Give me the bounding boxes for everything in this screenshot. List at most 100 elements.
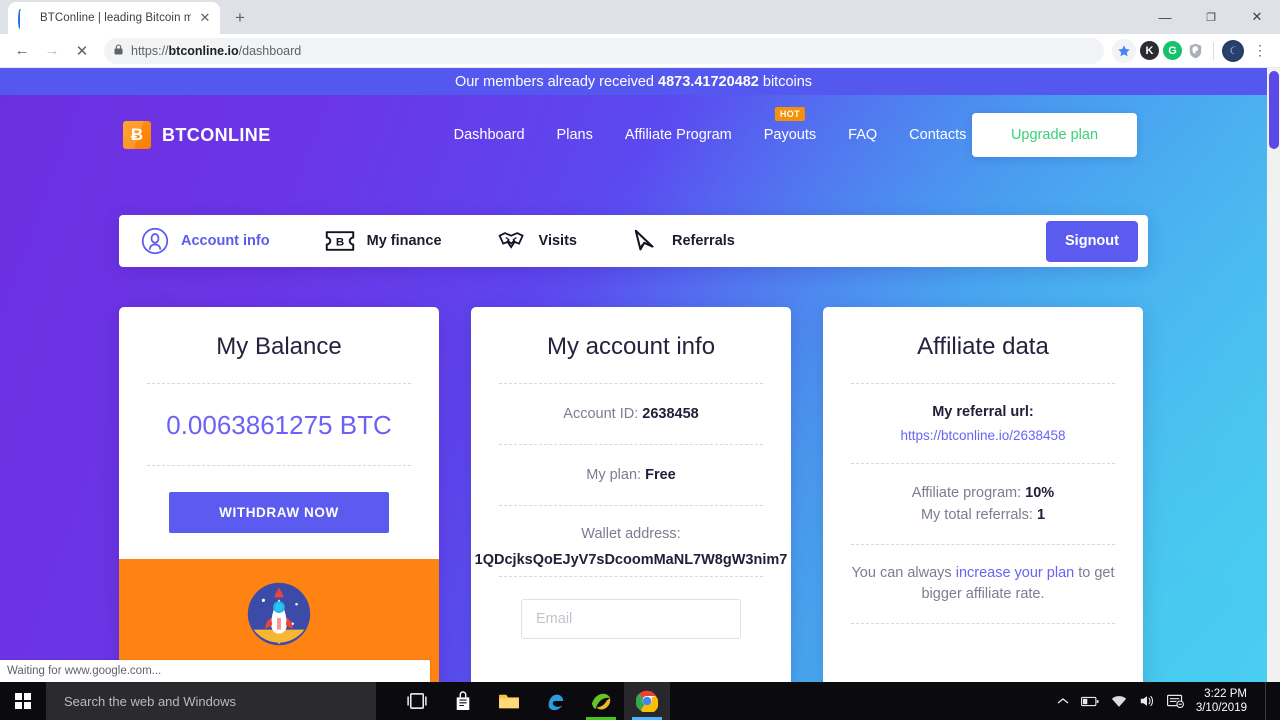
email-input[interactable] <box>521 599 741 639</box>
brand-name: BTCONLINE <box>162 125 271 146</box>
affiliate-data-card: Affiliate data My referral url: https://… <box>823 307 1143 682</box>
adguard-shield-icon[interactable] <box>1186 41 1205 60</box>
grammarly-extension-icon[interactable]: G <box>1163 41 1182 60</box>
nav-link-dashboard[interactable]: Dashboard <box>454 127 525 143</box>
page-scrollbar[interactable] <box>1267 68 1280 682</box>
referral-url-link[interactable]: https://btconline.io/2638458 <box>823 428 1143 443</box>
site-logo[interactable]: Ƀ BTCONLINE <box>123 121 271 149</box>
url-text: https://btconline.io/dashboard <box>131 44 301 58</box>
chrome-browser-icon[interactable] <box>624 682 670 720</box>
tray-chevron-icon[interactable] <box>1057 697 1069 705</box>
nav-link-plans[interactable]: Plans <box>557 127 593 143</box>
affiliate-stats: Affiliate program: 10% My total referral… <box>823 464 1143 544</box>
affiliate-program-label: Affiliate program: <box>912 485 1021 501</box>
windows-logo-icon <box>15 693 31 709</box>
svg-text:B: B <box>335 236 343 248</box>
new-tab-button[interactable]: + <box>226 4 254 32</box>
referral-url-block: My referral url: https://btconline.io/26… <box>823 384 1143 463</box>
browser-tab[interactable]: BTConline | leading Bitcoin minin ✕ <box>8 2 220 34</box>
kaspersky-extension-icon[interactable]: K <box>1140 41 1159 60</box>
cursor-arrow-icon <box>632 228 660 254</box>
account-card-title: My account info <box>471 307 791 383</box>
account-id-value: 2638458 <box>642 406 698 422</box>
taskbar-search-box[interactable]: Search the web and Windows <box>46 682 376 720</box>
lock-icon-svg <box>114 44 123 55</box>
nav-link-payouts[interactable]: HOT Payouts <box>764 127 816 143</box>
toolbar-icons: K G ⋮ <box>1112 39 1272 63</box>
tab-account-info-label: Account info <box>181 233 270 249</box>
stop-loading-button[interactable]: ✕ <box>68 37 96 65</box>
tab-account-info[interactable]: Account info <box>141 227 270 255</box>
note-prefix: You can always <box>851 565 955 581</box>
lock-icon <box>114 44 123 58</box>
upgrade-plan-button[interactable]: Upgrade plan <box>972 113 1137 157</box>
promo-banner: Our members already received 4873.417204… <box>0 68 1267 95</box>
volume-icon[interactable] <box>1139 694 1155 708</box>
wallet-row: Wallet address: 1QDcjksQoEJyV7sDcoomMaNL… <box>471 506 791 576</box>
account-id-label: Account ID: <box>563 406 638 422</box>
wallet-label: Wallet address: <box>471 526 791 542</box>
action-center-icon[interactable] <box>1167 694 1184 708</box>
balance-card: My Balance 0.0063861275 BTC WITHDRAW NOW <box>119 307 439 682</box>
edge-browser-icon[interactable] <box>532 682 578 720</box>
signout-button[interactable]: Signout <box>1046 221 1138 262</box>
battery-icon[interactable] <box>1081 696 1099 707</box>
divider <box>851 623 1115 624</box>
tab-visits[interactable]: Visits <box>497 229 577 253</box>
nav-link-contacts[interactable]: Contacts <box>909 127 966 143</box>
screen: BTConline | leading Bitcoin minin ✕ + — … <box>0 0 1280 720</box>
bookmark-star-icon[interactable] <box>1112 39 1136 63</box>
browser-toolbar: ← → ✕ https://btconline.io/dashboard K G <box>0 34 1280 68</box>
back-button[interactable]: ← <box>8 37 36 65</box>
handshake-icon <box>497 229 527 253</box>
address-bar[interactable]: https://btconline.io/dashboard <box>104 38 1104 64</box>
show-desktop-button[interactable] <box>1265 682 1272 720</box>
tab-my-finance[interactable]: B My finance <box>325 230 442 252</box>
forward-button[interactable]: → <box>38 37 66 65</box>
start-button[interactable] <box>0 682 46 720</box>
window-controls: — ❐ ✕ <box>1142 0 1280 34</box>
withdraw-now-button[interactable]: WITHDRAW NOW <box>169 492 389 533</box>
divider <box>499 576 763 577</box>
task-view-icon[interactable] <box>394 682 440 720</box>
account-info-card: My account info Account ID: 2638458 My p… <box>471 307 791 682</box>
account-id-row: Account ID: 2638458 <box>471 384 791 444</box>
file-explorer-icon[interactable] <box>486 682 532 720</box>
taskbar-clock[interactable]: 3:22 PM 3/10/2019 <box>1196 687 1253 715</box>
wallet-value: 1QDcjksQoEJyV7sDcoomMaNL7W8gW3nim7 <box>471 552 791 568</box>
total-referrals-value: 1 <box>1037 507 1045 523</box>
account-tabs-panel: Account info B My finance <box>119 215 1148 267</box>
rocket-icon <box>119 575 439 653</box>
nav-link-faq[interactable]: FAQ <box>848 127 877 143</box>
referral-url-label: My referral url: <box>823 404 1143 420</box>
tab-referrals-label: Referrals <box>672 233 735 249</box>
banner-suffix: bitcoins <box>763 74 812 90</box>
bitcoin-logo-icon: Ƀ <box>123 121 151 149</box>
tab-my-finance-label: My finance <box>367 233 442 249</box>
web-page: Our members already received 4873.417204… <box>0 68 1280 682</box>
loading-spinner-icon <box>18 11 33 26</box>
nav-link-affiliate-program[interactable]: Affiliate Program <box>625 127 732 143</box>
affiliate-note: You can always increase your plan to get… <box>823 545 1143 623</box>
profile-avatar[interactable] <box>1222 40 1244 62</box>
window-minimize-button[interactable]: — <box>1142 0 1188 34</box>
tab-strip: BTConline | leading Bitcoin minin ✕ + — … <box>0 0 1280 34</box>
window-restore-button[interactable]: ❐ <box>1188 0 1234 34</box>
tab-close-icon[interactable]: ✕ <box>198 10 212 26</box>
taskbar-search-placeholder: Search the web and Windows <box>64 694 236 709</box>
wifi-icon[interactable] <box>1111 695 1127 708</box>
microsoft-store-icon[interactable] <box>440 682 486 720</box>
increase-plan-link[interactable]: increase your plan <box>956 565 1075 581</box>
window-close-button[interactable]: ✕ <box>1234 0 1280 34</box>
affiliate-card-title: Affiliate data <box>823 307 1143 383</box>
total-referrals-row: My total referrals: 1 <box>823 504 1143 526</box>
plan-row: My plan: Free <box>471 445 791 505</box>
system-tray: 3:22 PM 3/10/2019 <box>1057 682 1280 720</box>
browser-menu-button[interactable]: ⋮ <box>1248 42 1272 59</box>
tab-visits-label: Visits <box>539 233 577 249</box>
plan-value: Free <box>645 467 676 483</box>
status-bubble: Waiting for www.google.com... <box>0 660 430 682</box>
scrollbar-thumb[interactable] <box>1269 71 1279 149</box>
tab-referrals[interactable]: Referrals <box>632 228 735 254</box>
green-app-icon[interactable] <box>578 682 624 720</box>
